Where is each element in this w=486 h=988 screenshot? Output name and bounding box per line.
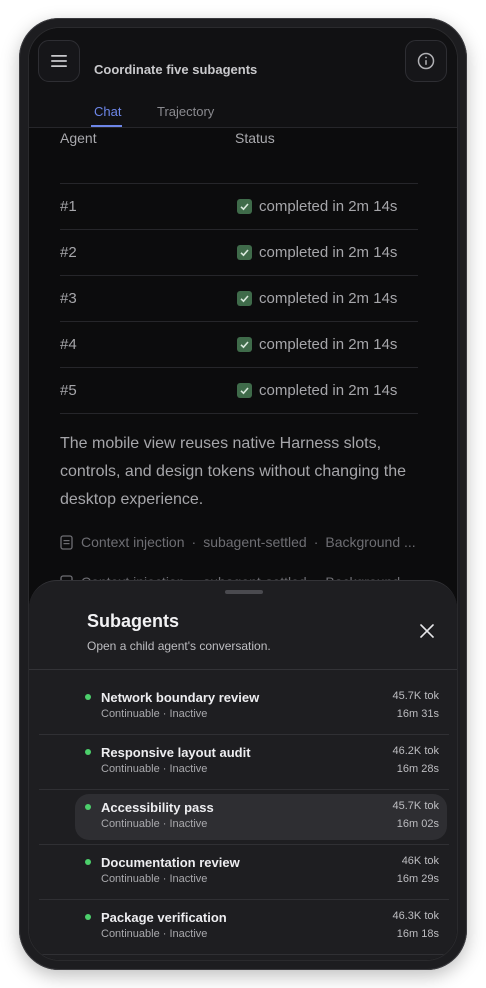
subagent-meta: Continuable · Inactive [101,763,208,775]
menu-button[interactable] [38,40,80,82]
app-screen: Coordinate five subagents Chat Trajector… [28,27,458,961]
subagent-name: Documentation review [101,855,240,870]
event-type: subagent-settled [203,534,307,550]
duration: 16m 28s [396,763,439,775]
checkmark-icon [237,199,252,214]
subagent-item-selected[interactable]: Accessibility pass Continuable · Inactiv… [39,790,449,845]
table-row: #3 completed in 2m 14s [60,275,418,321]
assistant-message: The mobile view reuses native Harness sl… [60,435,407,508]
status-cell: completed in 2m 14s [237,336,397,353]
tab-chat[interactable]: Chat [94,104,121,119]
status-dot [85,694,91,700]
subagent-meta: Continuable · Inactive [101,708,208,720]
active-tab-indicator [91,125,122,127]
subagent-name: Responsive layout audit [101,745,251,760]
subagents-sheet: Subagents Open a child agent's conversat… [29,580,457,960]
token-count: 46K tok [401,855,439,867]
sheet-divider [29,669,457,670]
column-header-status: Status [235,130,275,146]
agent-cell: #1 [60,198,77,215]
agent-cell: #5 [60,382,77,399]
agent-cell: #3 [60,290,77,307]
status-text: completed in 2m 14s [259,244,398,261]
context-event[interactable]: Context injection · subagent-settled · B… [60,534,416,550]
tab-trajectory[interactable]: Trajectory [157,104,214,119]
status-dot [85,914,91,920]
sheet-grabber[interactable] [225,590,263,594]
status-text: completed in 2m 14s [259,290,398,307]
status-dot [85,804,91,810]
device-frame: Coordinate five subagents Chat Trajector… [19,18,467,970]
status-cell: completed in 2m 14s [237,382,397,399]
sheet-title: Subagents [87,611,180,631]
app-header: Coordinate five subagents Chat Trajector… [29,28,457,128]
agent-cell: #2 [60,244,77,261]
subagent-meta: Continuable · Inactive [101,873,208,885]
status-text: completed in 2m 14s [259,198,398,215]
token-count: 46.2K tok [392,745,439,757]
subagent-meta: Continuable · Inactive [101,818,208,830]
duration: 16m 18s [396,928,439,940]
status-text: completed in 2m 14s [259,336,398,353]
status-cell: completed in 2m 14s [237,198,397,215]
separator-dot: · [191,534,197,550]
duration: 16m 31s [396,708,439,720]
checkmark-icon [237,337,252,352]
subagent-name: Network boundary review [101,690,260,705]
status-dot [85,749,91,755]
page-title: Coordinate five subagents [94,62,258,77]
event-label: Context injection [81,534,185,550]
info-icon [417,52,435,70]
table-row: #5 completed in 2m 14s [60,367,418,413]
status-cell: completed in 2m 14s [237,244,397,261]
status-cell: completed in 2m 14s [237,290,397,307]
subagent-item[interactable]: Responsive layout audit Continuable · In… [39,735,449,790]
table-bottom-divider [60,413,418,414]
checkmark-icon [237,291,252,306]
close-button[interactable] [413,617,441,645]
token-count: 46.3K tok [392,910,439,922]
subagent-meta: Continuable · Inactive [101,928,208,940]
duration: 16m 29s [396,873,439,885]
item-divider [39,954,449,955]
status-text: completed in 2m 14s [259,382,398,399]
token-count: 45.7K tok [392,800,439,812]
hamburger-menu-icon [51,55,67,67]
subagent-item[interactable]: Network boundary review Continuable · In… [39,680,449,735]
checkmark-icon [237,383,252,398]
table-row: #1 completed in 2m 14s [60,183,418,229]
table-row: #4 completed in 2m 14s [60,321,418,367]
duration: 16m 02s [396,818,439,830]
close-icon [420,624,434,638]
agent-cell: #4 [60,336,77,353]
subagent-item[interactable]: Package verification Continuable · Inact… [39,900,449,955]
chat-content: Agent Status #1 completed in 2m 14s #2 c… [29,128,457,590]
subagent-name: Package verification [101,910,227,925]
event-detail: Background ... [325,534,416,550]
sheet-subtitle: Open a child agent's conversation. [87,639,271,653]
column-header-agent: Agent [60,130,97,146]
table-row: #2 completed in 2m 14s [60,229,418,275]
subagent-item[interactable]: Documentation review Continuable · Inact… [39,845,449,900]
token-count: 45.7K tok [392,690,439,702]
checkmark-icon [237,245,252,260]
separator-dot: · [313,534,319,550]
subagent-name: Accessibility pass [101,800,214,815]
document-icon [60,534,73,550]
info-button[interactable] [405,40,447,82]
status-dot [85,859,91,865]
